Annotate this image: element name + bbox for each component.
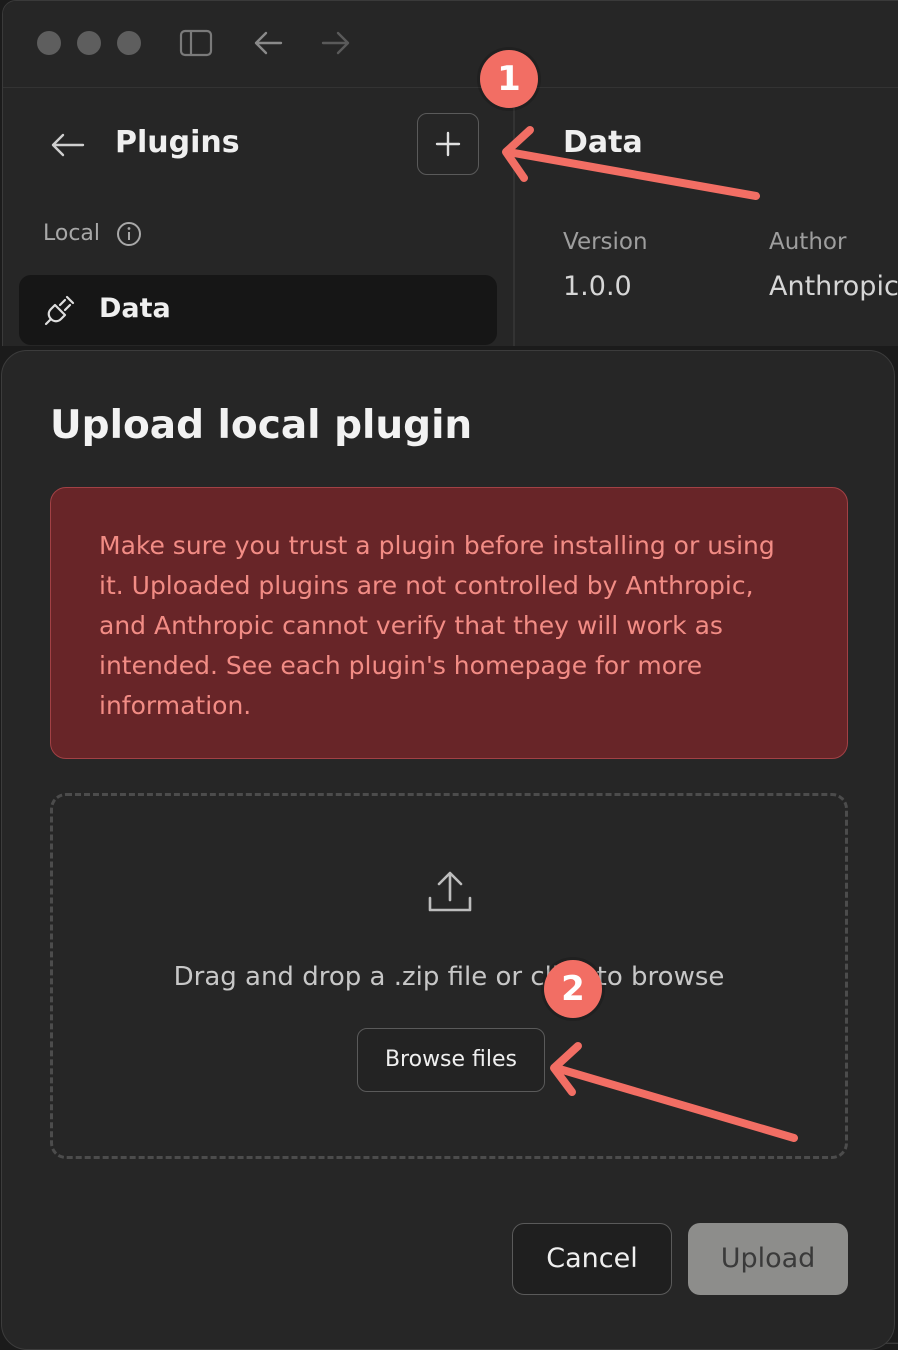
- trust-warning-banner: Make sure you trust a plugin before inst…: [50, 487, 848, 759]
- close-window-button[interactable]: [37, 31, 61, 55]
- step-2-badge: 2: [544, 960, 602, 1018]
- version-label: Version: [563, 229, 648, 255]
- dropzone-instructions: Drag and drop a .zip file or click to br…: [173, 962, 725, 992]
- plugins-sidebar: Plugins Local Data: [3, 87, 515, 387]
- browse-files-button[interactable]: Browse files: [357, 1028, 545, 1092]
- author-label: Author: [769, 229, 847, 255]
- plus-icon: [435, 131, 461, 157]
- author-value: Anthropic: [769, 271, 898, 302]
- title-bar: [3, 1, 898, 88]
- nav-back-icon[interactable]: [251, 27, 285, 59]
- info-icon[interactable]: [116, 221, 142, 247]
- step-1-badge: 1: [480, 50, 538, 108]
- add-plugin-button[interactable]: [417, 113, 479, 175]
- minimize-window-button[interactable]: [77, 31, 101, 55]
- plug-icon: [43, 293, 77, 327]
- file-dropzone[interactable]: Drag and drop a .zip file or click to br…: [50, 793, 848, 1159]
- sidebar-toggle-icon[interactable]: [179, 27, 213, 59]
- cancel-button[interactable]: Cancel: [512, 1223, 672, 1295]
- section-label-local: Local: [43, 221, 101, 246]
- upload-plugin-dialog: Upload local plugin Make sure you trust …: [1, 350, 895, 1350]
- plugin-detail-title: Data: [563, 125, 643, 160]
- page-title: Plugins: [115, 125, 240, 160]
- upload-icon: [425, 868, 475, 918]
- version-value: 1.0.0: [563, 271, 632, 302]
- upload-button[interactable]: Upload: [688, 1223, 848, 1295]
- sidebar-item-label: Data: [99, 293, 171, 324]
- maximize-window-button[interactable]: [117, 31, 141, 55]
- dialog-title: Upload local plugin: [50, 403, 473, 448]
- sidebar-item-data[interactable]: Data: [19, 275, 497, 345]
- back-arrow-icon[interactable]: [47, 127, 87, 163]
- nav-forward-icon[interactable]: [319, 27, 353, 59]
